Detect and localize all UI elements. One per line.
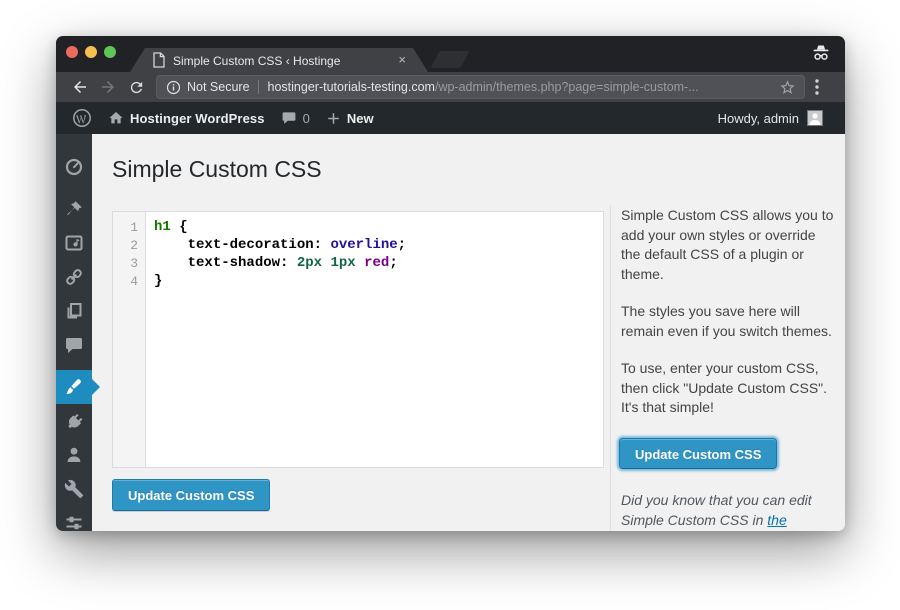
sidebar-item-tools[interactable]: [56, 472, 92, 506]
url-domain: hostinger-tutorials-testing.com: [268, 80, 435, 94]
account-menu[interactable]: Howdy, admin: [718, 110, 835, 126]
tab-title: Simple Custom CSS ‹ Hostinge: [173, 54, 340, 68]
url-path: /wp-admin/themes.php?page=simple-custom-…: [435, 80, 699, 94]
tab-title-wrap: Simple Custom CSS ‹ Hostinge: [173, 52, 394, 68]
new-tab-button[interactable]: [430, 51, 469, 68]
back-button[interactable]: [66, 75, 94, 99]
help-text-column: Simple Custom CSS allows you to add your…: [621, 206, 837, 436]
avatar: [807, 110, 823, 126]
browser-tabstrip: Simple Custom CSS ‹ Hostinge ×: [56, 36, 845, 72]
sidebar-item-links[interactable]: [56, 260, 92, 294]
code-line: text-decoration: overline;: [154, 236, 603, 254]
settings-icon: [64, 513, 84, 531]
sidebar-item-appearance[interactable]: [56, 370, 92, 404]
sidebar-item-users[interactable]: [56, 438, 92, 472]
browser-toolbar: Not Secure hostinger-tutorials-testing.c…: [56, 72, 845, 102]
tab-close-icon[interactable]: ×: [398, 53, 406, 67]
user-icon: [64, 445, 84, 465]
dashboard-icon: [64, 157, 84, 177]
sidebar-item-plugins[interactable]: [56, 404, 92, 438]
site-name: Hostinger WordPress: [130, 111, 265, 126]
url-text: hostinger-tutorials-testing.com/wp-admin…: [268, 80, 771, 94]
browser-tab[interactable]: Simple Custom CSS ‹ Hostinge ×: [130, 48, 428, 72]
line-number: 4: [113, 273, 138, 291]
comment-bubble-icon: [281, 110, 297, 126]
tab-title-fade: [352, 52, 394, 68]
sidebar-item-settings[interactable]: [56, 506, 92, 531]
browser-menu-icon[interactable]: [815, 79, 835, 95]
code-line: text-shadow: 2px 1px red;: [154, 254, 603, 272]
line-number: 1: [113, 219, 138, 237]
pages-icon: [64, 301, 84, 321]
plug-icon: [64, 411, 84, 431]
help-paragraph: To use, enter your custom CSS, then clic…: [621, 359, 837, 418]
home-icon: [108, 110, 124, 126]
wrench-icon: [64, 479, 84, 499]
admin-menu: [56, 134, 92, 531]
editor-tip-text: Did you know that you can edit Simple Cu…: [621, 491, 837, 530]
close-window-button[interactable]: [66, 46, 78, 58]
chain-icon: [64, 267, 84, 287]
help-paragraph: The styles you save here will remain eve…: [621, 302, 837, 341]
url-separator: [258, 80, 259, 94]
sidebar-item-dashboard[interactable]: [56, 150, 92, 184]
sidebar-divider: [610, 205, 611, 531]
help-paragraph: Simple Custom CSS allows you to add your…: [621, 206, 837, 284]
line-number: 2: [113, 237, 138, 255]
page-title: Simple Custom CSS: [112, 156, 322, 183]
browser-window: Simple Custom CSS ‹ Hostinge ×: [56, 36, 845, 531]
code-line: h1 {: [154, 218, 603, 236]
site-name-link[interactable]: Hostinger WordPress: [100, 102, 273, 134]
sidebar-item-pages[interactable]: [56, 294, 92, 328]
howdy-text: Howdy, admin: [718, 111, 799, 126]
pushpin-icon: [64, 199, 84, 219]
page-content: Simple Custom CSS 1234 h1 { text-decorat…: [92, 134, 845, 531]
update-custom-css-button[interactable]: Update Custom CSS: [112, 479, 270, 511]
incognito-icon: [809, 41, 833, 65]
sidebar-update-custom-css-button[interactable]: Update Custom CSS: [619, 438, 777, 469]
wordpress-logo-icon: [72, 108, 92, 128]
minimize-window-button[interactable]: [85, 46, 97, 58]
paintbrush-icon: [64, 377, 84, 397]
comments-indicator[interactable]: 0: [273, 102, 318, 134]
sidebar-item-comments[interactable]: [56, 328, 92, 362]
css-code-editor[interactable]: 1234 h1 { text-decoration: overline; tex…: [112, 211, 604, 468]
editor-code-area[interactable]: h1 { text-decoration: overline; text-sha…: [146, 212, 603, 467]
security-label: Not Secure: [187, 80, 250, 94]
editor-gutter: 1234: [113, 212, 146, 467]
reload-button[interactable]: [122, 75, 150, 99]
new-content-menu[interactable]: New: [318, 102, 382, 134]
sidebar-item-posts[interactable]: [56, 192, 92, 226]
bookmark-star-icon[interactable]: [779, 79, 796, 96]
zoom-window-button[interactable]: [104, 46, 116, 58]
wp-logo[interactable]: [64, 102, 100, 134]
plus-icon: [326, 111, 341, 126]
window-controls: [66, 46, 116, 58]
sidebar-item-media[interactable]: [56, 226, 92, 260]
url-bar[interactable]: Not Secure hostinger-tutorials-testing.c…: [156, 75, 805, 99]
admin-body: Simple Custom CSS 1234 h1 { text-decorat…: [56, 134, 845, 531]
info-icon[interactable]: [166, 80, 181, 95]
code-line: }: [154, 272, 603, 290]
comment-icon: [64, 335, 84, 355]
screenshot-stage: Simple Custom CSS ‹ Hostinge ×: [0, 0, 900, 610]
comments-count: 0: [303, 111, 310, 126]
media-icon: [64, 233, 84, 253]
page-file-icon: [152, 52, 166, 68]
new-label: New: [347, 111, 374, 126]
line-number: 3: [113, 255, 138, 273]
tip-link[interactable]: the: [767, 512, 786, 528]
forward-button[interactable]: [94, 75, 122, 99]
wp-admin-bar: Hostinger WordPress 0 New Howdy, admin: [56, 102, 845, 134]
